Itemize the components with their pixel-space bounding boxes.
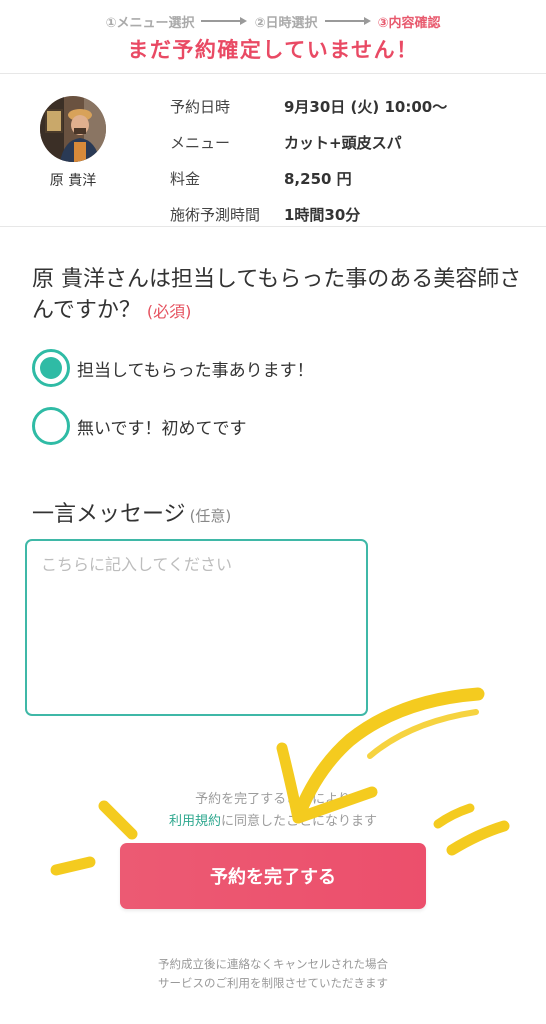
step-menu-select: ①メニュー選択 [105, 15, 195, 31]
summary-value: 9月30日 (火) 10:00〜 [284, 97, 448, 116]
summary-value: 1時間30分 [284, 205, 361, 224]
radio-label[interactable]: 無いです！初めてです [77, 414, 247, 439]
radio-option-returning[interactable]: 担当してもらった事あります！ [32, 349, 314, 387]
cancel-notice-line2: サービスのご利用を制限させていただきます [158, 976, 388, 990]
radio-option-first-time[interactable]: 無いです！初めてです [32, 407, 247, 445]
terms-link[interactable]: 利用規約 [169, 814, 221, 829]
step-arrow-icon [324, 16, 371, 26]
message-section-title: 一言メッセージ (任意) [32, 496, 231, 528]
agreement-line2: 利用規約に同意したことになります [0, 810, 546, 829]
summary-label: 施術予測時間 [170, 205, 261, 224]
agreement-line1: 予約を完了することにより [195, 792, 351, 807]
stylist-name: 原 貴洋 [49, 173, 97, 189]
message-textarea[interactable] [25, 539, 368, 716]
summary-value: 8,250 円 [284, 169, 352, 188]
agreement-suffix: に同意したことになります [221, 814, 378, 829]
first-visit-question: 原 貴洋さんは担当してもらった事のある美容師さんですか？ (必須) [32, 264, 522, 327]
complete-reservation-button[interactable]: 予約を完了する [120, 843, 426, 909]
summary-value: カット+頭皮スパ [284, 133, 402, 152]
not-confirmed-warning: まだ予約確定していません！ [127, 38, 419, 62]
summary-row-datetime: 予約日時 9月30日 (火) 10:00〜 [170, 88, 447, 124]
summary-row-menu: メニュー カット+頭皮スパ [170, 124, 447, 160]
cancel-notice-line1: 予約成立後に連絡なくキャンセルされた場合 [158, 957, 388, 971]
summary-label: 予約日時 [170, 97, 231, 116]
stylist-avatar [40, 96, 106, 162]
summary-label: 料金 [170, 169, 201, 188]
radio-unselected-icon[interactable] [32, 407, 70, 445]
optional-badge: (任意) [189, 507, 232, 525]
radio-selected-icon[interactable] [32, 349, 70, 387]
step-confirm: ③内容確認 [377, 15, 441, 31]
message-title: 一言メッセージ [32, 502, 186, 527]
divider [0, 226, 546, 227]
reservation-summary: 予約日時 9月30日 (火) 10:00〜 メニュー カット+頭皮スパ 料金 8… [170, 88, 447, 232]
radio-dot-icon [40, 357, 62, 379]
step-arrow-icon [201, 16, 248, 26]
required-badge: (必須) [146, 302, 192, 321]
summary-row-price: 料金 8,250 円 [170, 160, 447, 196]
step-indicator: ①メニュー選択 ②日時選択 ③内容確認 [0, 8, 546, 34]
divider [0, 73, 546, 74]
question-text: 原 貴洋さんは担当してもらった事のある美容師さんですか？ [32, 267, 522, 323]
summary-label: メニュー [170, 133, 231, 152]
step-datetime-select: ②日時選択 [254, 15, 318, 31]
radio-label[interactable]: 担当してもらった事あります！ [77, 356, 314, 381]
